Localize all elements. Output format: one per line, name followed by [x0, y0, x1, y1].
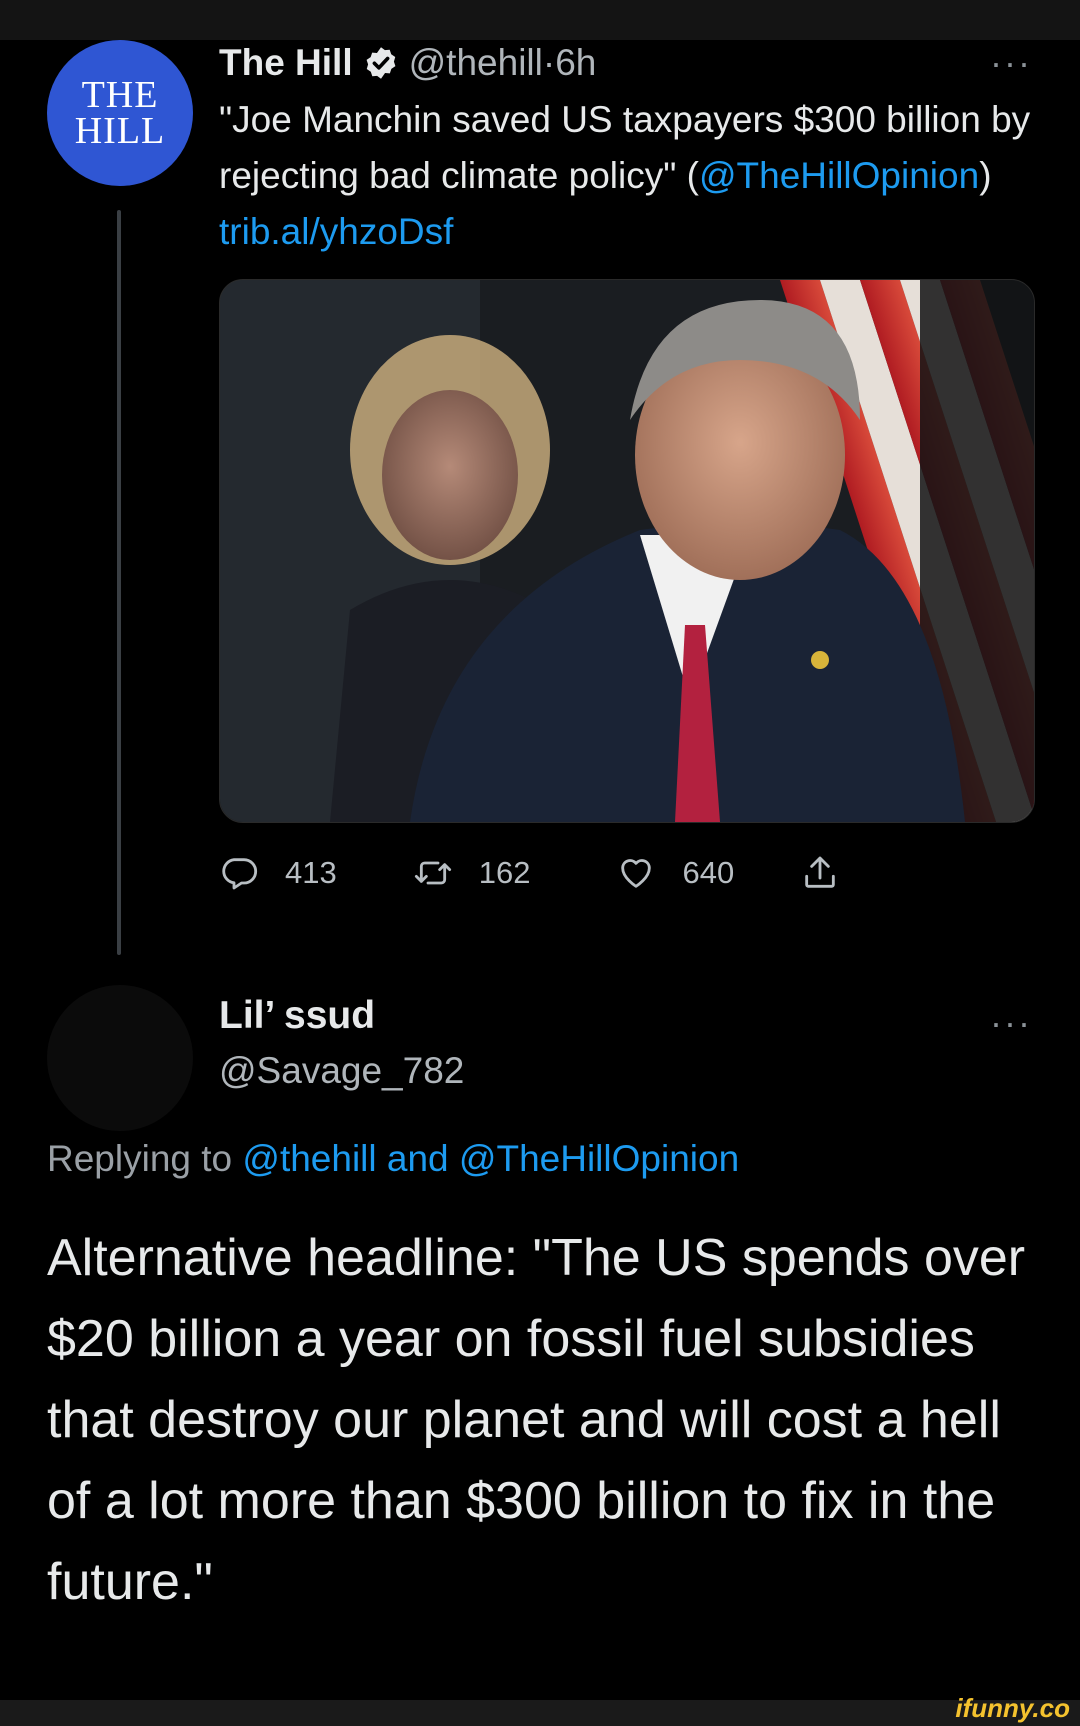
bottom-strip — [0, 1700, 1080, 1726]
replying-prefix: Replying to — [47, 1138, 243, 1179]
share-icon — [805, 856, 835, 888]
replying-user-thehillopinion[interactable]: @TheHillOpinion — [459, 1138, 739, 1179]
author-name[interactable]: The Hill — [219, 42, 353, 84]
the-hill-avatar[interactable]: THE HILL — [47, 40, 193, 186]
share-button[interactable] — [800, 853, 840, 893]
retweet-button[interactable]: 162 — [413, 853, 531, 893]
user-avatar[interactable] — [47, 985, 193, 1131]
more-options-icon[interactable]: ··· — [990, 42, 1032, 84]
avatar-line-2: HILL — [74, 110, 166, 152]
reply-count: 413 — [285, 855, 337, 890]
top-strip — [0, 0, 1080, 40]
avatar-line-1: THE — [81, 74, 159, 116]
replying-to: Replying to @thehill and @TheHillOpinion — [47, 1138, 739, 1180]
like-icon — [621, 859, 652, 888]
like-count: 640 — [682, 855, 735, 890]
tweet-photo[interactable] — [219, 279, 1035, 823]
more-options-icon[interactable]: ··· — [990, 1002, 1032, 1044]
reply-text: Alternative headline: "The US spends ove… — [47, 1229, 1026, 1611]
reply-button[interactable]: 413 — [219, 853, 337, 893]
replying-user-thehill[interactable]: @thehill — [242, 1138, 376, 1179]
url-link[interactable]: trib.al/yhzoDsf — [219, 211, 453, 252]
verified-badge-icon — [363, 45, 399, 81]
tweet-time[interactable]: 6h — [555, 42, 596, 84]
reply-icon — [222, 858, 257, 890]
reply-author-name[interactable]: Lil’ ssud — [219, 994, 375, 1038]
watermark: ifunny.co — [955, 1693, 1070, 1723]
tweet-actions: 413 162 640 — [219, 850, 840, 896]
replying-and: and — [376, 1138, 459, 1179]
like-button[interactable]: 640 — [616, 853, 734, 893]
tweet-text: "Joe Manchin saved US taxpayers $300 bil… — [219, 92, 1039, 260]
thread-line — [117, 210, 121, 955]
tweet-text-close: ) — [979, 155, 992, 196]
meta-separator: · — [542, 42, 556, 83]
photo-illustration — [220, 280, 1034, 822]
reply-author-handle[interactable]: @Savage_782 — [219, 1050, 464, 1092]
retweet-icon — [414, 861, 451, 885]
retweet-count: 162 — [478, 855, 531, 890]
author-handle[interactable]: @thehill — [409, 42, 543, 84]
mention-link[interactable]: @TheHillOpinion — [699, 155, 979, 196]
tweet-header: The Hill @thehill · 6h — [219, 38, 596, 88]
